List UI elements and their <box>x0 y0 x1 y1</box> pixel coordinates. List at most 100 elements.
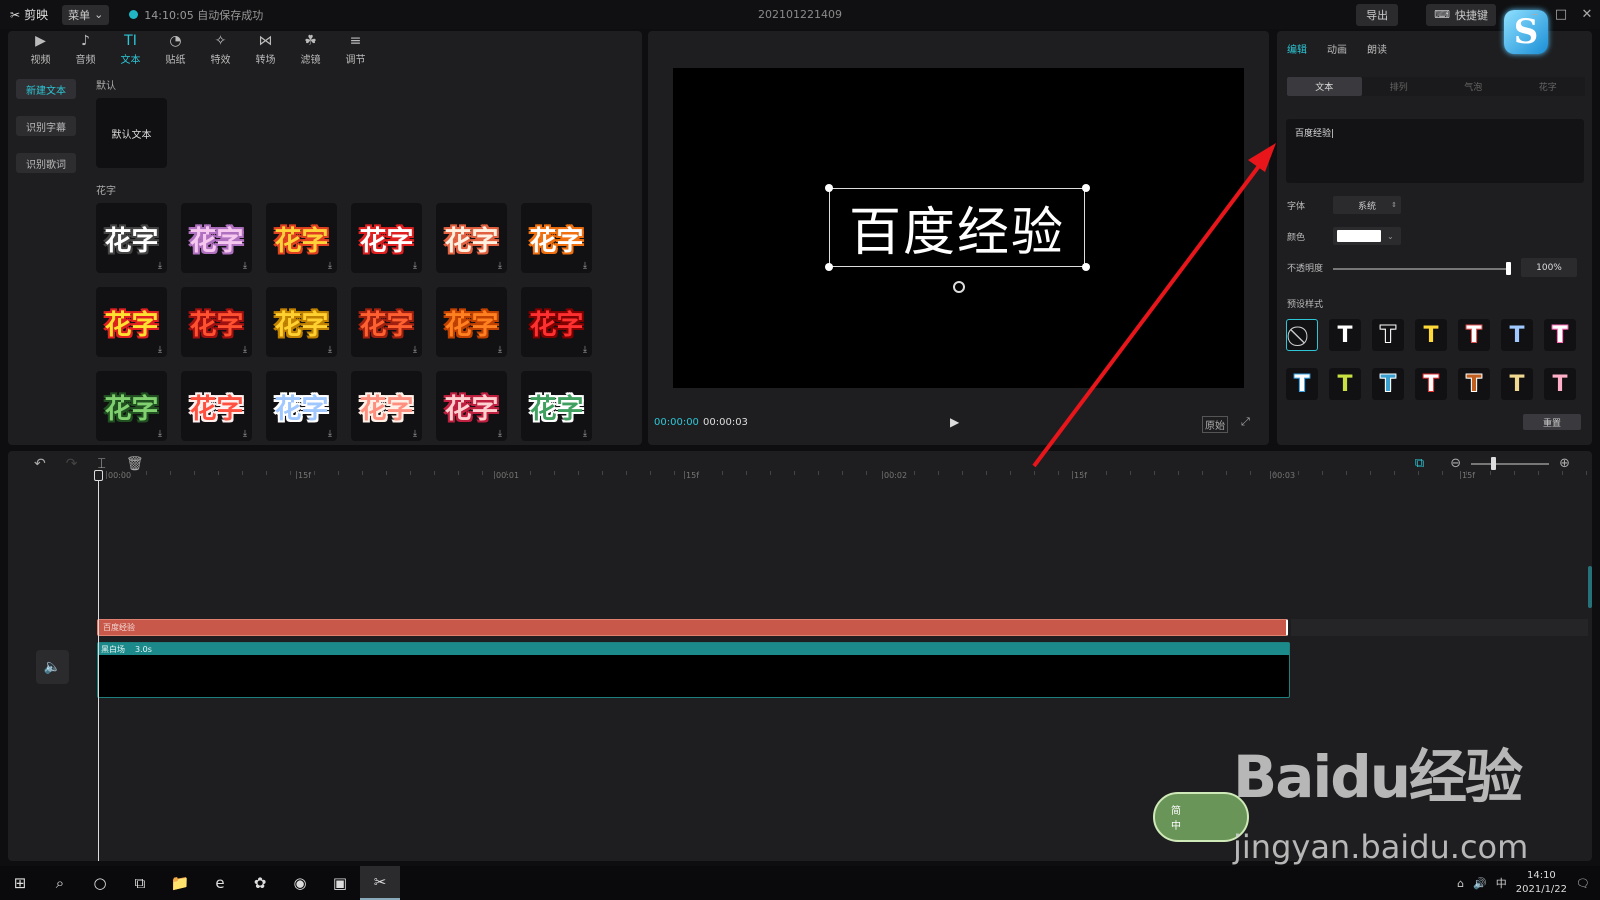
file-explorer-icon[interactable]: 📁 <box>160 866 200 900</box>
resize-handle[interactable] <box>825 184 833 192</box>
tool-text[interactable]: TI 文本 <box>108 33 153 66</box>
tab-read[interactable]: 朗读 <box>1367 41 1387 56</box>
huazi-style-card[interactable]: 花字 ⤓ <box>181 371 252 441</box>
tool-adjust[interactable]: ≡ 调节 <box>333 33 378 66</box>
close-icon[interactable]: ✕ <box>1574 7 1600 22</box>
opacity-input[interactable]: 100% <box>1521 258 1577 277</box>
huazi-style-card[interactable]: 花字 ⤓ <box>266 203 337 273</box>
edge-icon[interactable]: e <box>200 866 240 900</box>
shortcut-button[interactable]: ⌨ 快捷键 <box>1426 3 1496 26</box>
download-icon[interactable]: ⤓ <box>413 261 417 271</box>
download-icon[interactable]: ⤓ <box>158 261 162 271</box>
preset-style[interactable]: T <box>1458 368 1490 400</box>
search-icon[interactable]: ⌕ <box>40 866 80 900</box>
zoom-in-icon[interactable]: ⊕ <box>1559 456 1570 471</box>
preset-style[interactable]: T <box>1329 368 1361 400</box>
subtab-arrange[interactable]: 排列 <box>1362 77 1437 96</box>
playhead[interactable] <box>98 471 99 861</box>
text-content-input[interactable]: 百度经验| <box>1286 119 1584 183</box>
download-icon[interactable]: ⤓ <box>243 261 247 271</box>
preset-style[interactable]: T <box>1501 319 1533 351</box>
volume-icon[interactable]: 🔊 <box>1473 877 1487 890</box>
play-icon[interactable]: ▶ <box>950 415 959 429</box>
download-icon[interactable]: ⤓ <box>583 429 587 439</box>
ratio-button[interactable]: 原始 <box>1202 416 1228 433</box>
task-view-icon[interactable]: ⧉ <box>120 866 160 900</box>
redo-icon[interactable]: ↷ <box>66 456 78 472</box>
download-icon[interactable]: ⤓ <box>328 345 332 355</box>
preset-style[interactable]: T <box>1372 368 1404 400</box>
maximize-icon[interactable]: □ <box>1548 7 1574 22</box>
huazi-style-card[interactable]: 花字 ⤓ <box>521 203 592 273</box>
zoom-slider-thumb[interactable] <box>1491 456 1497 470</box>
subtab-bubble[interactable]: 气泡 <box>1436 77 1511 96</box>
fullscreen-icon[interactable]: ⤢ <box>1241 415 1250 429</box>
huazi-style-card[interactable]: 花字 ⤓ <box>436 371 507 441</box>
resize-handle[interactable] <box>1082 184 1090 192</box>
tab-animation[interactable]: 动画 <box>1327 41 1347 56</box>
tool-filters[interactable]: ☘ 滤镜 <box>288 33 333 66</box>
download-icon[interactable]: ⤓ <box>498 261 502 271</box>
undo-icon[interactable]: ↶ <box>34 456 46 472</box>
resize-handle[interactable] <box>1082 263 1090 271</box>
preset-style[interactable]: T <box>1415 319 1447 351</box>
huazi-style-card[interactable]: 花字 ⤓ <box>521 287 592 357</box>
sidebar-item-recognize-subtitles[interactable]: 识别字幕 <box>16 116 76 136</box>
app-icon[interactable]: ▣ <box>320 866 360 900</box>
color-select[interactable]: ⌄ <box>1333 227 1401 245</box>
sidebar-item-recognize-lyrics[interactable]: 识别歌词 <box>16 153 76 173</box>
preset-style[interactable]: T <box>1372 319 1404 351</box>
preset-style[interactable]: T <box>1501 368 1533 400</box>
snap-icon[interactable]: ⧉ <box>1415 456 1424 471</box>
download-icon[interactable]: ⤓ <box>498 345 502 355</box>
capcut-icon[interactable]: ✂ <box>360 866 400 900</box>
subtab-huazi[interactable]: 花字 <box>1511 77 1586 96</box>
menu-button[interactable]: 菜单 ⌄ <box>62 4 110 25</box>
zoom-slider[interactable] <box>1471 456 1550 470</box>
huazi-style-card[interactable]: 花字 ⤓ <box>266 287 337 357</box>
tool-audio[interactable]: ♪ 音频 <box>63 33 108 66</box>
huazi-style-card[interactable]: 花字 ⤓ <box>436 287 507 357</box>
download-icon[interactable]: ⤓ <box>583 261 587 271</box>
export-button[interactable]: 导出 <box>1356 3 1399 26</box>
mute-icon[interactable]: 🔈 <box>36 650 69 684</box>
rotate-handle-icon[interactable] <box>953 281 965 293</box>
download-icon[interactable]: ⤓ <box>243 345 247 355</box>
playhead-handle[interactable] <box>94 470 103 481</box>
download-icon[interactable]: ⤓ <box>328 261 332 271</box>
preset-style[interactable]: T <box>1544 319 1576 351</box>
sidebar-item-new-text[interactable]: 新建文本 <box>16 79 76 99</box>
preset-style[interactable]: T <box>1286 368 1318 400</box>
baidu-netdisk-icon[interactable]: ✿ <box>240 866 280 900</box>
canvas-text-box[interactable]: 百度经验 <box>829 188 1085 267</box>
huazi-style-card[interactable]: 花字 ⤓ <box>266 371 337 441</box>
preview-canvas[interactable]: 百度经验 <box>673 68 1244 388</box>
huazi-style-card[interactable]: 花字 ⤓ <box>436 203 507 273</box>
huazi-style-card[interactable]: 花字 ⤓ <box>96 287 167 357</box>
huazi-style-card[interactable]: 花字 ⤓ <box>351 371 422 441</box>
resize-handle[interactable] <box>825 263 833 271</box>
font-select[interactable]: 系统 ⇕ <box>1333 196 1401 214</box>
subtab-text[interactable]: 文本 <box>1287 77 1362 96</box>
huazi-style-card[interactable]: 花字 ⤓ <box>96 371 167 441</box>
wechat-icon[interactable]: ◉ <box>280 866 320 900</box>
huazi-style-card[interactable]: 花字 ⤓ <box>521 371 592 441</box>
huazi-style-card[interactable]: 花字 ⤓ <box>181 203 252 273</box>
delete-icon[interactable]: 🗑 <box>126 456 144 472</box>
tool-sticker[interactable]: ◔ 贴纸 <box>153 33 198 66</box>
preset-style[interactable]: T <box>1329 319 1361 351</box>
huazi-style-card[interactable]: 花字 ⤓ <box>181 287 252 357</box>
cortana-icon[interactable]: ○ <box>80 866 120 900</box>
reset-button[interactable]: 重置 <box>1523 414 1581 430</box>
tab-edit[interactable]: 编辑 <box>1287 41 1307 56</box>
download-icon[interactable]: ⤓ <box>583 345 587 355</box>
default-text-card[interactable]: 默认文本 <box>96 98 167 168</box>
preset-style[interactable]: T <box>1415 368 1447 400</box>
start-icon[interactable]: ⊞ <box>0 866 40 900</box>
notification-icon[interactable]: 🗨 <box>1576 877 1590 890</box>
download-icon[interactable]: ⤓ <box>498 429 502 439</box>
text-clip[interactable]: 百度经验 <box>97 619 1288 636</box>
opacity-slider[interactable] <box>1333 268 1508 270</box>
tool-video[interactable]: ▶ 视频 <box>18 33 63 66</box>
opacity-slider-thumb[interactable] <box>1506 262 1511 275</box>
